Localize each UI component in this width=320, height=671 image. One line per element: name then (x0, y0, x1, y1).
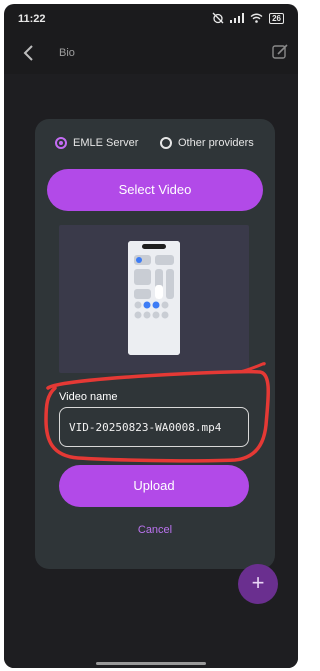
back-arrow-icon[interactable] (18, 42, 40, 64)
radio-selected-icon[interactable] (55, 137, 67, 149)
wifi-icon (250, 13, 263, 23)
edit-icon[interactable] (270, 42, 290, 62)
radio-unselected-icon[interactable] (160, 137, 172, 149)
page-title: Bio (59, 47, 75, 59)
alarm-off-icon (212, 12, 224, 24)
plus-icon: + (251, 570, 265, 595)
battery-icon: 26 (269, 12, 284, 24)
status-bar: 11:22 26 (4, 4, 298, 32)
provider-option-other[interactable]: Other providers (160, 137, 254, 149)
home-indicator (96, 662, 206, 665)
cancel-button[interactable]: Cancel (35, 524, 275, 536)
upload-button[interactable]: Upload (59, 465, 249, 507)
provider-label: Other providers (178, 137, 254, 149)
status-icons: 26 (212, 12, 284, 24)
provider-label: EMLE Server (73, 137, 139, 149)
select-video-button[interactable]: Select Video (47, 169, 263, 211)
signal-icon (230, 13, 245, 23)
video-name-label: Video name (59, 391, 118, 403)
video-preview (59, 225, 249, 373)
phone-screen: 11:22 26 Bio EMLE Server Other providers… (4, 4, 298, 668)
add-fab-button[interactable]: + (238, 564, 278, 604)
video-thumbnail (128, 241, 180, 355)
status-time: 11:22 (18, 13, 46, 25)
video-name-input[interactable] (59, 407, 249, 447)
upload-video-dialog: EMLE Server Other providers Select Video (35, 119, 275, 569)
app-bar: Bio (4, 34, 298, 74)
provider-option-emle[interactable]: EMLE Server (55, 137, 138, 149)
